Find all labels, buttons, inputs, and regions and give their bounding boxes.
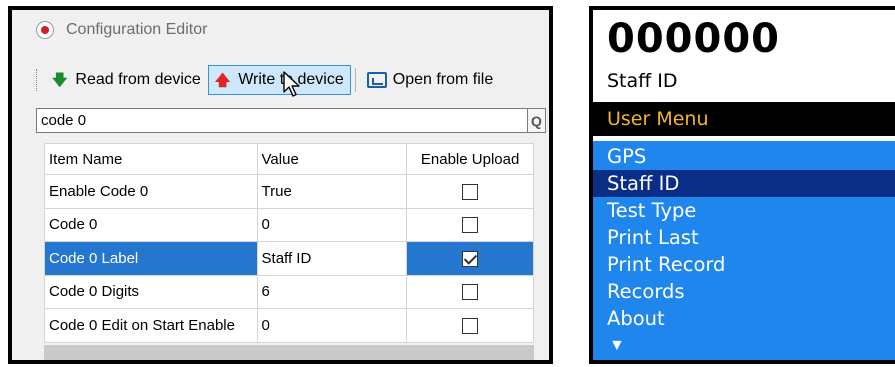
- menu-item[interactable]: Test Type: [593, 197, 895, 224]
- table-header-row: Item Name Value Enable Upload: [44, 143, 534, 175]
- scroll-down-icon[interactable]: ▼: [609, 337, 625, 355]
- enable-upload-cell: [406, 207, 534, 242]
- menu-item[interactable]: Staff ID: [593, 170, 895, 197]
- search-icon[interactable]: Q: [528, 108, 546, 133]
- code-value-display: 000000: [607, 16, 780, 62]
- table-empty-area: [44, 345, 534, 360]
- enable-upload-checkbox[interactable]: [462, 284, 479, 301]
- item-name-cell[interactable]: Enable Code 0: [44, 174, 258, 209]
- value-cell[interactable]: Staff ID: [256, 241, 408, 276]
- table-row[interactable]: Code 0 Edit on Start Enable 0: [44, 308, 534, 343]
- enable-upload-checkbox[interactable]: [462, 217, 479, 234]
- config-table: Item Name Value Enable Upload Enable Cod…: [44, 143, 534, 343]
- enable-upload-checkbox[interactable]: [462, 317, 479, 334]
- column-header-enable-upload[interactable]: Enable Upload: [406, 143, 534, 175]
- item-name-cell[interactable]: Code 0 Edit on Start Enable: [44, 308, 258, 343]
- toolbar-separator: [354, 68, 356, 92]
- table-row[interactable]: Code 0 Label Staff ID: [44, 241, 534, 276]
- menu-item[interactable]: Print Record: [593, 251, 895, 278]
- item-name-cell[interactable]: Code 0: [44, 207, 258, 242]
- search-input[interactable]: [36, 108, 528, 133]
- user-menu-title: User Menu: [593, 102, 895, 136]
- value-cell[interactable]: 0: [256, 308, 408, 343]
- table-row[interactable]: Code 0 0: [44, 207, 534, 242]
- search-row: Q: [36, 108, 546, 133]
- menu-item[interactable]: Print Last: [593, 224, 895, 251]
- table-row[interactable]: Enable Code 0 True: [44, 174, 534, 209]
- menu-item[interactable]: GPS: [593, 143, 895, 170]
- enable-upload-cell: [406, 308, 534, 343]
- read-from-device-button[interactable]: 🡇 Read from device: [45, 65, 208, 95]
- open-file-icon: [366, 72, 387, 88]
- device-screen: 000000 Staff ID User Menu GPS Staff ID T…: [589, 6, 895, 364]
- enable-upload-checkbox[interactable]: [462, 183, 479, 200]
- table-body: Enable Code 0 True Code 0 0 Code 0 Label…: [44, 174, 534, 343]
- arrow-down-icon: 🡇: [52, 71, 68, 89]
- mouse-pointer-icon: [283, 71, 300, 97]
- enable-upload-checkbox[interactable]: [462, 250, 479, 267]
- toolbar: 🡇 Read from device 🡅 Write to device Ope…: [12, 62, 549, 98]
- arrow-up-icon: 🡅: [214, 71, 231, 89]
- configuration-editor-window: Configuration Editor 🡇 Read from device …: [8, 6, 553, 364]
- user-menu-list: GPS Staff ID Test Type Print Last Print …: [593, 141, 895, 360]
- menu-item[interactable]: About: [593, 305, 895, 332]
- column-header-value[interactable]: Value: [256, 143, 408, 175]
- enable-upload-cell: [406, 274, 534, 309]
- write-to-device-button[interactable]: 🡅 Write to device: [207, 65, 351, 95]
- open-from-file-button[interactable]: Open from file: [360, 65, 500, 95]
- column-header-item-name[interactable]: Item Name: [44, 143, 258, 175]
- value-cell[interactable]: 6: [256, 274, 408, 309]
- open-from-file-label: Open from file: [392, 71, 494, 88]
- window-title: Configuration Editor: [66, 21, 208, 38]
- toolbar-grip[interactable]: [36, 69, 39, 91]
- user-menu-title-text: User Menu: [607, 108, 709, 130]
- menu-item[interactable]: Records: [593, 278, 895, 305]
- read-from-device-label: Read from device: [75, 71, 201, 88]
- table-row[interactable]: Code 0 Digits 6: [44, 274, 534, 309]
- enable-upload-cell: [406, 174, 534, 209]
- item-name-cell[interactable]: Code 0 Label: [44, 241, 258, 276]
- value-cell[interactable]: 0: [256, 207, 408, 242]
- enable-upload-cell: [406, 241, 534, 276]
- item-name-cell[interactable]: Code 0 Digits: [44, 274, 258, 309]
- app-logo-icon: [36, 21, 54, 39]
- value-cell[interactable]: True: [256, 174, 408, 209]
- code-label-display: Staff ID: [607, 70, 678, 92]
- title-bar: Configuration Editor: [12, 10, 549, 50]
